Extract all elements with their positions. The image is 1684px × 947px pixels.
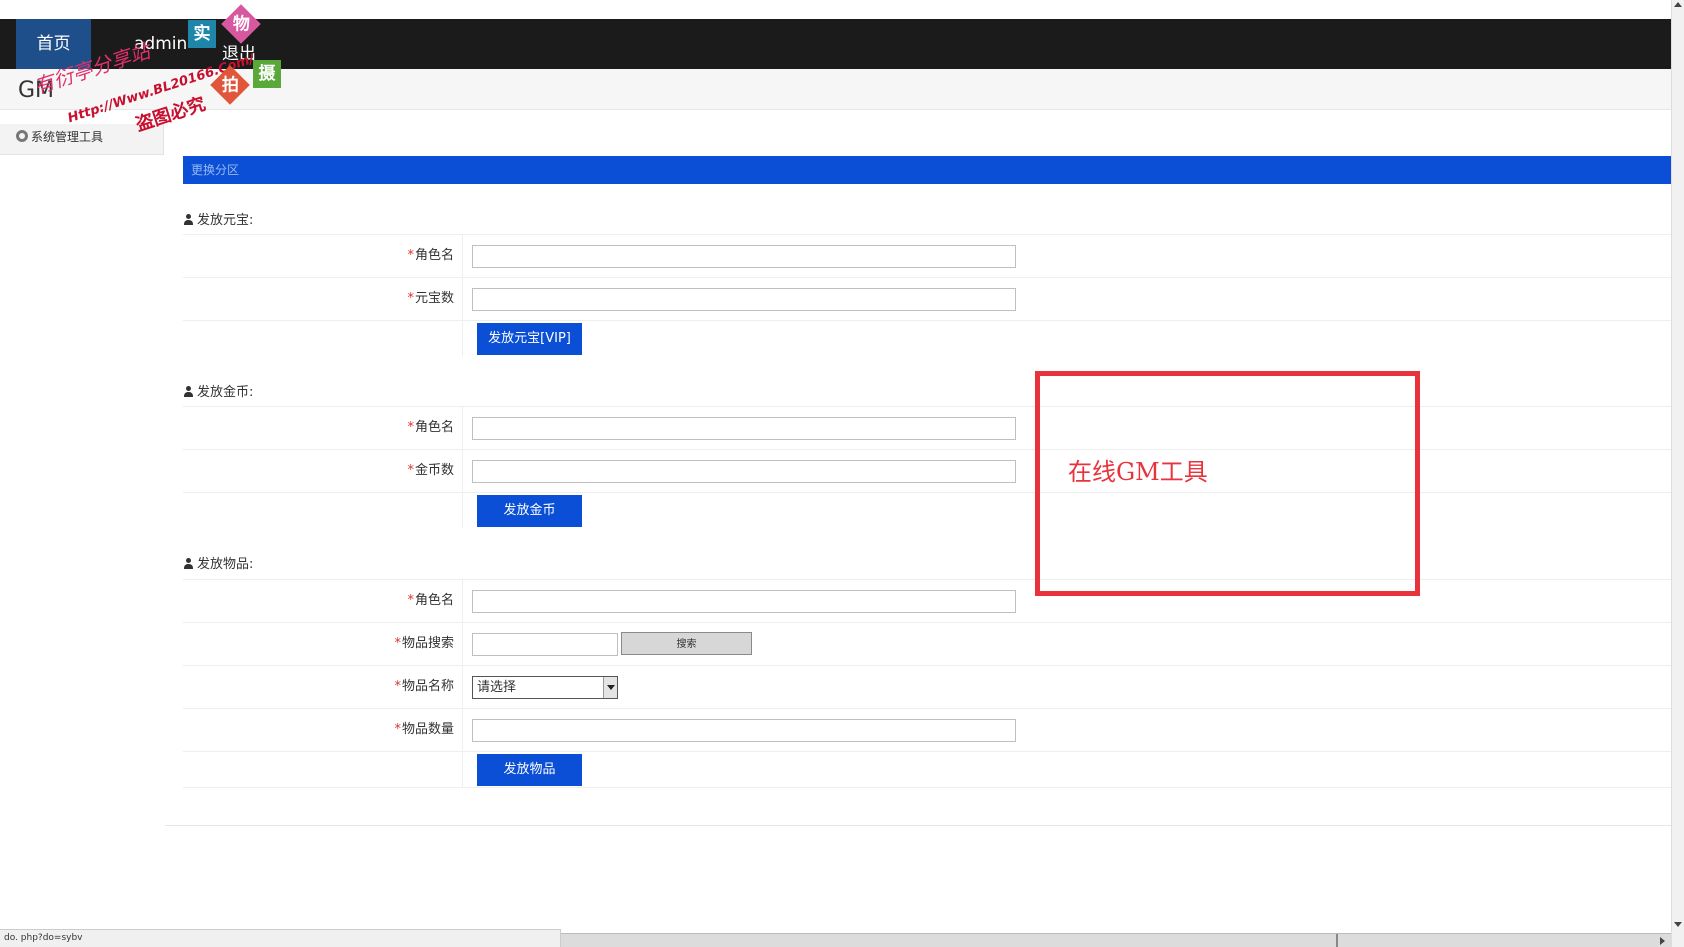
- form-row-gold-submit: 发放金币: [183, 492, 1671, 528]
- select-value: 请选择: [477, 680, 517, 695]
- field-label-text: 角色名: [414, 593, 454, 608]
- group-title-text: 发放物品:: [197, 557, 254, 572]
- field-label-text: 物品数量: [401, 722, 454, 737]
- watermark-stamp: 摄: [253, 60, 281, 88]
- form-row-gold-amount: *金币数: [183, 449, 1671, 492]
- user-icon: [183, 386, 194, 397]
- scroll-thumb-edge[interactable]: [1336, 934, 1338, 947]
- scroll-right-icon[interactable]: [1660, 937, 1665, 945]
- form-row-item-submit: 发放物品: [183, 751, 1671, 787]
- required-mark: *: [407, 463, 414, 478]
- field-label: *物品数量: [183, 709, 463, 751]
- item-role-name-input[interactable]: [472, 590, 1016, 613]
- user-icon: [183, 214, 194, 225]
- user-icon: [183, 558, 194, 569]
- gold-amount-input[interactable]: [472, 460, 1016, 483]
- form-bottom-border: [183, 787, 1671, 788]
- yuanbao-amount-input[interactable]: [472, 288, 1016, 311]
- group-title-text: 发放金币:: [197, 385, 254, 400]
- field-label: *物品搜索: [183, 623, 463, 665]
- required-mark: *: [394, 636, 401, 651]
- field-label-text: 角色名: [414, 248, 454, 263]
- send-yuanbao-button[interactable]: 发放元宝[VIP]: [477, 323, 582, 355]
- horizontal-scrollbar[interactable]: [561, 933, 1671, 947]
- watermark-stamp: 实: [188, 20, 216, 48]
- gold-role-name-input[interactable]: [472, 417, 1016, 440]
- required-mark: *: [394, 722, 401, 737]
- group-title-item: 发放物品:: [183, 553, 253, 572]
- form-row-yuanbao-role: *角色名: [183, 234, 1671, 277]
- group-title-text: 发放元宝:: [197, 213, 254, 228]
- group-title-yuanbao: 发放元宝:: [183, 209, 253, 228]
- chevron-down-icon[interactable]: [603, 677, 617, 698]
- watermark-stamp-char: 拍: [221, 75, 239, 95]
- item-name-select[interactable]: 请选择: [472, 676, 618, 699]
- status-bar: do. php?do=sybv: [0, 929, 561, 947]
- required-mark: *: [407, 593, 414, 608]
- item-search-button[interactable]: 搜索: [621, 632, 752, 655]
- field-label: *角色名: [183, 235, 463, 277]
- required-mark: *: [407, 248, 414, 263]
- form-row-item-quantity: *物品数量: [183, 708, 1671, 751]
- scroll-up-icon[interactable]: [1674, 2, 1682, 7]
- form-row-item-search: *物品搜索 搜索: [183, 622, 1671, 665]
- send-item-button[interactable]: 发放物品: [477, 754, 582, 786]
- form-row-item-role: *角色名: [183, 579, 1671, 622]
- scroll-down-icon[interactable]: [1674, 922, 1682, 927]
- form-row-gold-role: *角色名: [183, 406, 1671, 449]
- required-mark: *: [394, 679, 401, 694]
- group-title-gold: 发放金币:: [183, 381, 253, 400]
- field-label: *元宝数: [183, 278, 463, 320]
- send-gold-button[interactable]: 发放金币: [477, 495, 582, 527]
- field-label-text: 物品名称: [401, 679, 454, 694]
- gear-icon: [16, 130, 28, 142]
- field-label: *角色名: [183, 580, 463, 622]
- required-mark: *: [407, 420, 414, 435]
- required-mark: *: [407, 291, 414, 306]
- sidebar-item-label: 系统管理工具: [31, 130, 104, 144]
- form-row-yuanbao-submit: 发放元宝[VIP]: [183, 320, 1671, 356]
- change-zone-bar[interactable]: 更换分区: [183, 156, 1671, 184]
- form-row-item-name: *物品名称 请选择: [183, 665, 1671, 708]
- field-label: *金币数: [183, 450, 463, 492]
- annotation-text: 在线GM工具: [1068, 458, 1208, 486]
- field-label: [183, 752, 463, 787]
- item-quantity-input[interactable]: [472, 719, 1016, 742]
- yuanbao-role-name-input[interactable]: [472, 245, 1016, 268]
- field-label: [183, 493, 463, 528]
- header-strip: GM: [0, 69, 1671, 110]
- field-label-text: 金币数: [414, 463, 454, 478]
- field-label-text: 元宝数: [414, 291, 454, 306]
- field-label: *角色名: [183, 407, 463, 449]
- watermark-stamp-char: 物: [232, 14, 250, 34]
- field-label: *物品名称: [183, 666, 463, 708]
- page: 首页 admin 退出 GM 系统管理工具 更换分区 发放元宝: *角色名 *元…: [0, 0, 1684, 947]
- content-divider: [165, 825, 1671, 826]
- field-label-text: 角色名: [414, 420, 454, 435]
- form-row-yuanbao-amount: *元宝数: [183, 277, 1671, 320]
- field-label: [183, 321, 463, 356]
- field-label-text: 物品搜索: [401, 636, 454, 651]
- item-search-input[interactable]: [472, 633, 618, 656]
- vertical-scrollbar[interactable]: [1671, 0, 1684, 947]
